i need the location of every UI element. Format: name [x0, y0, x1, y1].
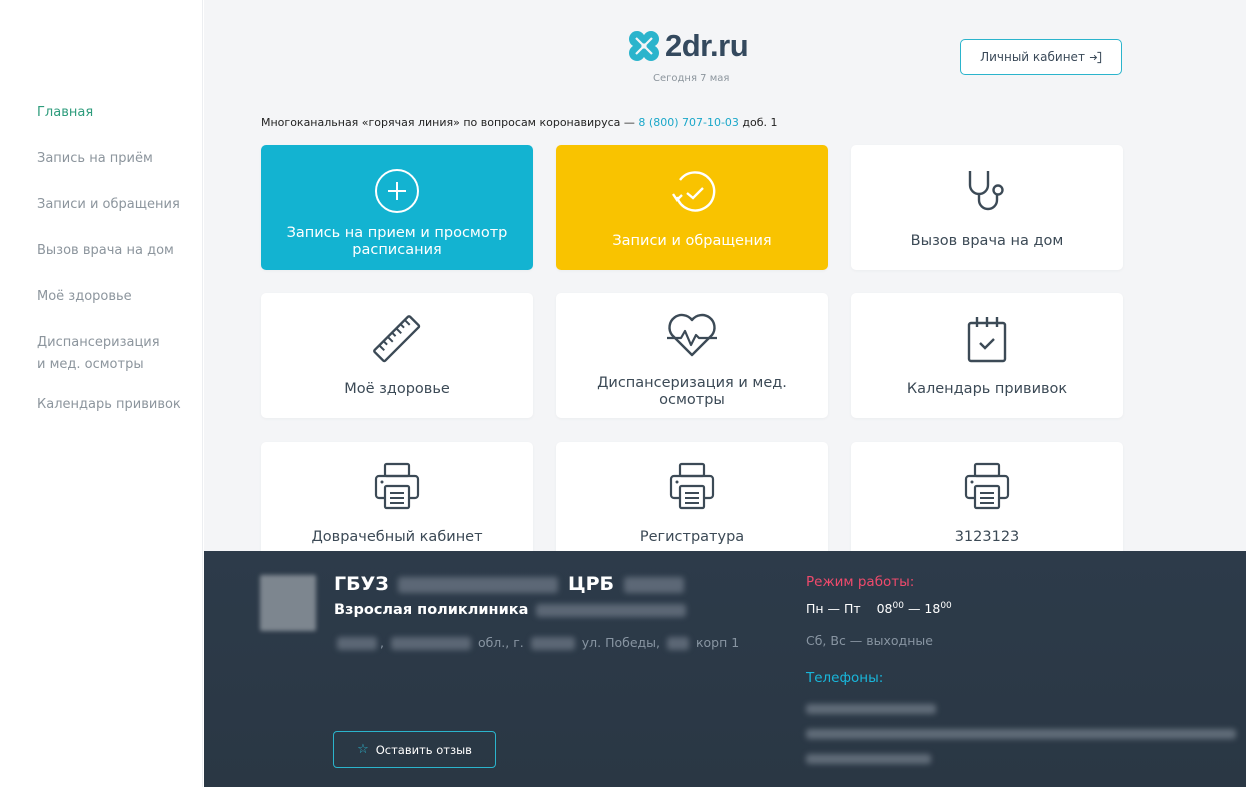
tile-label: Моё здоровье	[344, 381, 450, 397]
hotline-text: Многоканальная «горячая линия» по вопрос…	[261, 116, 639, 129]
redacted-text	[536, 603, 687, 617]
clinic-name-prefix: ГБУЗ	[334, 573, 389, 595]
hours-to: 18	[924, 601, 941, 617]
tile-records[interactable]: Записи и обращения	[556, 145, 828, 270]
sidebar-item-my-health[interactable]: Моё здоровье	[37, 286, 132, 307]
hours-days: Пн — Пт	[806, 601, 861, 617]
tile-prephysician[interactable]: Доврачебный кабинет	[261, 442, 533, 567]
redacted-text	[337, 637, 377, 650]
site-logo[interactable]: 2dr.ru	[626, 28, 749, 64]
tile-registry[interactable]: Регистратура	[556, 442, 828, 567]
hours-from: 08	[876, 601, 893, 617]
tile-appointment[interactable]: Запись на прием и просмотр расписания	[261, 145, 533, 270]
redacted-text	[530, 637, 575, 650]
address-separator: ,	[380, 635, 384, 650]
redacted-phone	[806, 729, 1236, 739]
printer-icon	[669, 462, 715, 510]
tile-label: Регистратура	[639, 529, 745, 545]
redacted-text	[390, 637, 471, 650]
redacted-phone	[806, 704, 936, 714]
ruler-icon	[373, 315, 421, 363]
sidebar: Главная Запись на приём Записи и обращен…	[0, 0, 203, 787]
calendar-check-icon	[967, 317, 1007, 363]
clinic-address: , обл., г. ул. Победы, корп 1	[334, 635, 739, 650]
hotline-ext: доб. 1	[738, 116, 778, 129]
address-corp: корп 1	[695, 635, 740, 650]
sidebar-item-home-visit[interactable]: Вызов врача на дом	[37, 240, 174, 261]
tile-label: 3123123	[954, 529, 1020, 545]
plus-circle-icon	[375, 169, 419, 213]
tile-label: Диспансеризация и мед. осмотры	[597, 375, 787, 408]
sidebar-item-appointment[interactable]: Запись на приём	[37, 148, 153, 169]
tile-vaccinations[interactable]: Календарь прививок	[851, 293, 1123, 418]
hotline-notice: Многоканальная «горячая линия» по вопрос…	[261, 116, 778, 129]
address-region: обл., г.	[477, 635, 524, 650]
tile-label: Календарь прививок	[906, 381, 1068, 397]
working-hours-title: Режим работы:	[806, 574, 915, 590]
hours-from-min: 00	[892, 601, 904, 611]
sidebar-item-dispensary[interactable]: Диспансеризация	[37, 332, 160, 353]
redacted-text	[666, 637, 689, 650]
address-street: ул. Победы,	[581, 635, 660, 650]
phones-title: Телефоны:	[806, 670, 884, 686]
printer-icon	[964, 462, 1010, 510]
personal-cabinet-button[interactable]: Личный кабинет	[960, 39, 1122, 75]
sidebar-item-vaccinations[interactable]: Календарь прививок	[37, 394, 181, 415]
clinic-logo	[260, 575, 316, 631]
sidebar-item-home[interactable]: Главная	[37, 102, 93, 123]
hotline-phone-link[interactable]: 8 (800) 707-10-03	[638, 116, 739, 129]
clinic-department-label: Взрослая поликлиника	[334, 602, 529, 618]
printer-icon	[374, 462, 420, 510]
tile-label: Вызов врача на дом	[910, 233, 1064, 249]
tile-dispensary[interactable]: Диспансеризация и мед. осмотры	[556, 293, 828, 418]
review-label: Оставить отзыв	[375, 742, 472, 757]
tile-label: Доврачебный кабинет	[311, 529, 483, 545]
history-check-icon	[672, 171, 716, 212]
clinic-name: ГБУЗ ЦРБ	[334, 573, 687, 595]
tile-my-health[interactable]: Моё здоровье	[261, 293, 533, 418]
leave-review-button[interactable]: ☆ Оставить отзыв	[333, 731, 496, 768]
login-icon	[1089, 51, 1102, 63]
tile-custom[interactable]: 3123123	[851, 442, 1123, 567]
tile-home-visit[interactable]: Вызов врача на дом	[851, 145, 1123, 270]
stethoscope-icon	[968, 171, 1004, 211]
clinic-department: Взрослая поликлиника	[334, 602, 689, 618]
hours-to-min: 00	[940, 601, 952, 611]
cabinet-label: Личный кабинет	[980, 50, 1085, 64]
sidebar-item-records[interactable]: Записи и обращения	[37, 194, 180, 215]
redacted-phone	[806, 754, 931, 764]
working-hours-weekend: Сб, Вс — выходные	[806, 633, 933, 648]
sidebar-item-dispensary-line2[interactable]: и мед. осмотры	[37, 354, 144, 375]
tile-label: Записи и обращения	[612, 233, 772, 249]
logo-text: 2dr.ru	[665, 28, 749, 63]
heart-pulse-icon	[667, 313, 717, 357]
clinic-name-suffix: ЦРБ	[568, 573, 615, 595]
today-date: Сегодня 7 мая	[653, 73, 730, 84]
clover-logo-icon	[629, 31, 659, 61]
working-hours-weekdays: Пн — Пт 0800 — 1800	[806, 601, 952, 617]
star-icon: ☆	[357, 742, 369, 757]
clinic-footer: ГБУЗ ЦРБ Взрослая поликлиника , обл., г.…	[204, 551, 1246, 787]
redacted-text	[398, 576, 559, 593]
tile-label: Запись на прием и просмотр расписания	[286, 225, 508, 258]
redacted-text	[623, 576, 684, 593]
